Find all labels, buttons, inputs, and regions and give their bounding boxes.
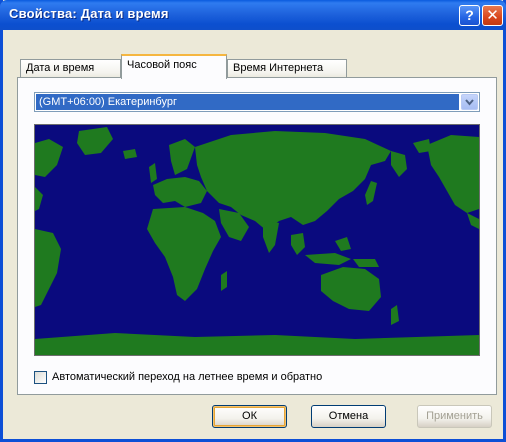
chevron-down-icon — [465, 99, 474, 106]
close-icon: ✕ — [486, 7, 499, 24]
tab-label: Часовой пояс — [127, 59, 197, 71]
tab-internet-time[interactable]: Время Интернета — [227, 59, 347, 78]
dialog-window: Свойства: Дата и время ? ✕ Дата и время … — [0, 0, 506, 442]
help-icon: ? — [465, 7, 474, 23]
timezone-dropdown[interactable]: (GMT+06:00) Екатеринбург — [34, 92, 480, 112]
tab-label: Время Интернета — [233, 62, 324, 74]
timezone-selected-value: (GMT+06:00) Екатеринбург — [36, 94, 459, 110]
cancel-button[interactable]: Отмена — [311, 405, 386, 428]
ok-button[interactable]: ОК — [212, 405, 287, 428]
world-map[interactable] — [34, 124, 480, 356]
apply-button[interactable]: Применить — [417, 405, 492, 428]
close-button[interactable]: ✕ — [482, 5, 503, 26]
tab-label: Дата и время — [26, 62, 95, 74]
tab-timezone[interactable]: Часовой пояс — [121, 54, 227, 79]
world-map-graphic — [35, 125, 479, 355]
dropdown-button[interactable] — [461, 94, 478, 110]
help-button[interactable]: ? — [459, 5, 480, 26]
window-title: Свойства: Дата и время — [9, 6, 169, 21]
title-bar[interactable]: Свойства: Дата и время ? ✕ — [0, 0, 506, 30]
dst-checkbox[interactable] — [34, 371, 47, 384]
tab-date-time[interactable]: Дата и время — [20, 59, 121, 78]
dst-label[interactable]: Автоматический переход на летнее время и… — [52, 371, 322, 383]
timezone-panel: (GMT+06:00) Екатеринбург Автоматический … — [17, 77, 497, 395]
